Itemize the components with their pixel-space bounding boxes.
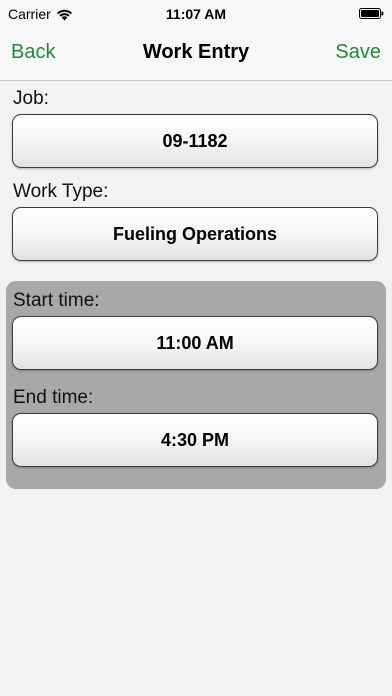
job-label: Job: — [13, 88, 49, 109]
save-button[interactable]: Save — [335, 41, 381, 64]
end-time-button[interactable]: 4:30 PM — [12, 413, 378, 467]
work-type-label: Work Type: — [13, 181, 109, 202]
status-bar: Carrier 11:07 AM — [0, 0, 392, 28]
page-title: Work Entry — [142, 41, 250, 63]
end-time-label: End time: — [13, 387, 94, 408]
navigation-bar: Back Work Entry Save — [0, 28, 392, 81]
status-time: 11:07 AM — [165, 6, 227, 22]
job-button[interactable]: 09-1182 — [12, 114, 378, 168]
battery-icon — [359, 8, 384, 19]
work-type-button[interactable]: Fueling Operations — [12, 207, 378, 261]
start-time-label: Start time: — [13, 290, 100, 311]
start-time-button[interactable]: 11:00 AM — [12, 316, 378, 370]
